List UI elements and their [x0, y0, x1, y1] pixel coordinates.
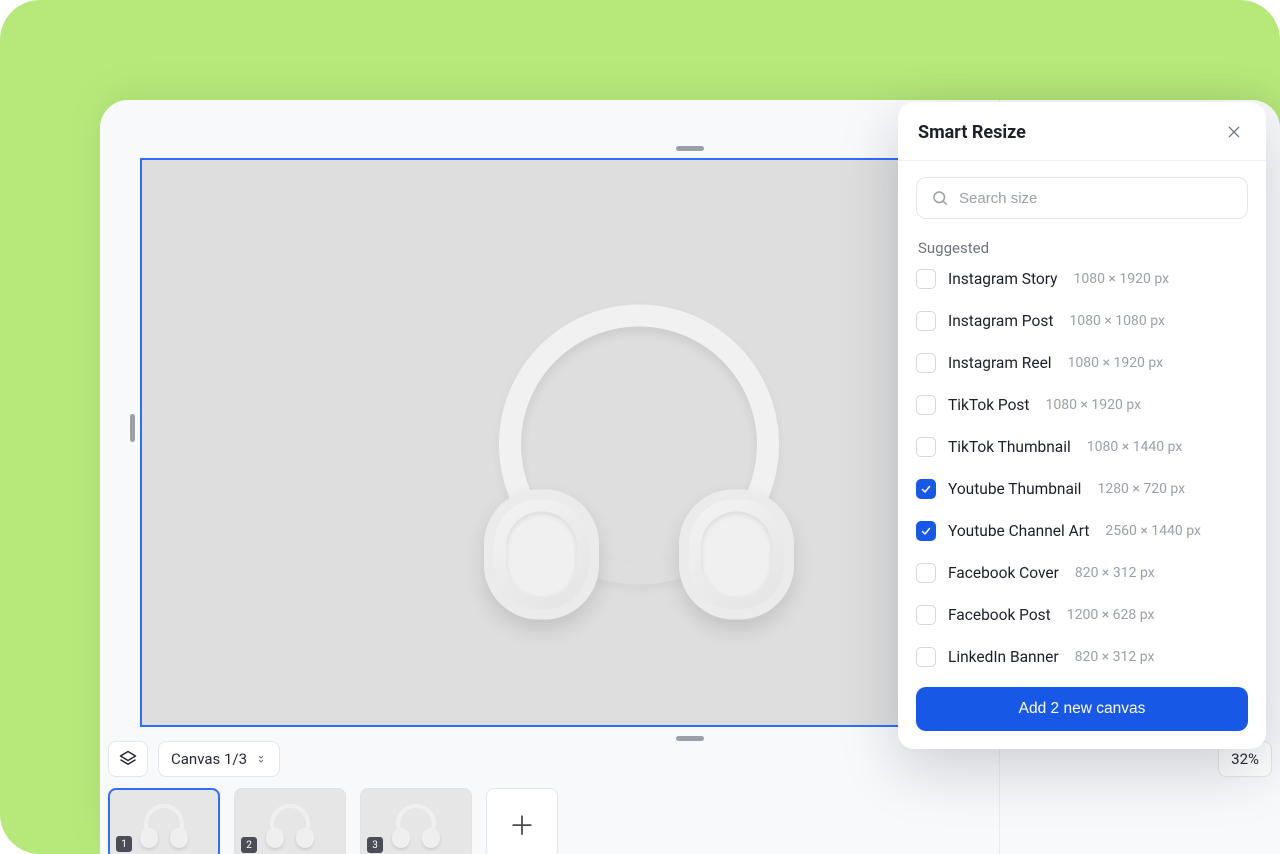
size-list: Instagram Story 1080 × 1920 px Instagram P…: [916, 269, 1248, 667]
suggested-label: Suggested: [918, 239, 1248, 257]
size-dimensions: 1200 × 628 px: [1067, 607, 1155, 623]
search-input[interactable]: [959, 190, 1233, 207]
panel-body: Suggested Instagram Story1080 × 1920 pxI…: [898, 161, 1266, 749]
checkbox[interactable]: [916, 563, 936, 583]
size-dimensions: 1080 × 1920 px: [1046, 397, 1142, 413]
size-option[interactable]: Youtube Thumbnail 1280 × 720 px: [916, 479, 1248, 499]
checkbox[interactable]: [916, 269, 936, 289]
chevron-down-icon: [255, 753, 267, 765]
canvas-thumbnail-2[interactable]: 2: [234, 788, 346, 854]
size-name: Youtube Thumbnail: [948, 480, 1081, 498]
canvas-image-headphones: [469, 294, 809, 624]
checkbox[interactable]: [916, 311, 936, 331]
size-dimensions: 1080 × 1920 px: [1068, 355, 1164, 371]
size-dimensions: 1080 × 1440 px: [1087, 439, 1183, 455]
checkbox[interactable]: [916, 521, 936, 541]
search-icon: [931, 189, 949, 207]
size-name: TikTok Thumbnail: [948, 438, 1071, 456]
zoom-value: 32%: [1231, 750, 1259, 768]
checkbox[interactable]: [916, 437, 936, 457]
size-option[interactable]: Instagram Reel 1080 × 1920 px: [916, 353, 1248, 373]
size-name: Facebook Post: [948, 606, 1051, 624]
size-option[interactable]: TikTok Thumbnail 1080 × 1440 px: [916, 437, 1248, 457]
canvas-thumbnail-1[interactable]: 1: [108, 788, 220, 854]
add-canvas-button[interactable]: ＋: [486, 788, 558, 854]
plus-icon: ＋: [509, 806, 535, 843]
size-dimensions: 1280 × 720 px: [1097, 481, 1185, 497]
canvas-selector-label: Canvas 1/3: [171, 750, 247, 768]
canvas-selector[interactable]: Canvas 1/3: [158, 741, 280, 777]
canvas-thumbnails: 1 2 3 ＋: [108, 788, 558, 854]
size-name: LinkedIn Banner: [948, 648, 1059, 666]
size-option[interactable]: Facebook Post 1200 × 628 px: [916, 605, 1248, 625]
checkbox[interactable]: [916, 605, 936, 625]
checkbox[interactable]: [916, 395, 936, 415]
panel-header: Smart Resize: [898, 102, 1266, 161]
layers-icon: [119, 750, 137, 768]
close-icon: [1226, 124, 1242, 140]
canvas-thumbnail-3[interactable]: 3: [360, 788, 472, 854]
size-dimensions: 1080 × 1080 px: [1069, 313, 1165, 329]
add-canvas-cta[interactable]: Add 2 new canvas: [916, 687, 1248, 731]
resize-handle-top[interactable]: [676, 146, 704, 151]
thumb-index: 3: [367, 837, 383, 853]
search-box[interactable]: [916, 177, 1248, 219]
smart-resize-panel: Smart Resize Suggested Instagram Story 10…: [898, 102, 1266, 749]
size-option[interactable]: Youtube Channel Art 2560 × 1440 px: [916, 521, 1248, 541]
size-dimensions: 1080 × 1920 px: [1073, 271, 1169, 287]
size-name: Youtube Channel Art: [948, 522, 1089, 540]
size-name: TikTok Post: [948, 396, 1030, 414]
resize-handle-left[interactable]: [130, 414, 135, 442]
checkbox[interactable]: [916, 479, 936, 499]
checkbox[interactable]: [916, 647, 936, 667]
size-name: Instagram Post: [948, 312, 1053, 330]
thumb-index: 1: [116, 836, 132, 852]
size-option[interactable]: TikTok Post 1080 × 1920 px: [916, 395, 1248, 415]
panel-title: Smart Resize: [918, 122, 1026, 143]
size-dimensions: 2560 × 1440 px: [1105, 523, 1201, 539]
size-name: Instagram Story: [948, 270, 1057, 288]
layers-button[interactable]: [108, 741, 148, 777]
size-name: Facebook Cover: [948, 564, 1059, 582]
size-option[interactable]: Facebook Cover 820 × 312 px: [916, 563, 1248, 583]
size-option[interactable]: Instagram Post 1080 × 1080 px: [916, 311, 1248, 331]
size-name: Instagram Reel: [948, 354, 1052, 372]
size-dimensions: 820 × 312 px: [1075, 649, 1155, 665]
close-button[interactable]: [1222, 120, 1246, 144]
size-option[interactable]: LinkedIn Banner 820 × 312 px: [916, 647, 1248, 667]
size-dimensions: 820 × 312 px: [1075, 565, 1155, 581]
checkbox[interactable]: [916, 353, 936, 373]
thumb-index: 2: [241, 837, 257, 853]
size-option[interactable]: Instagram Story 1080 × 1920 px: [916, 269, 1248, 289]
